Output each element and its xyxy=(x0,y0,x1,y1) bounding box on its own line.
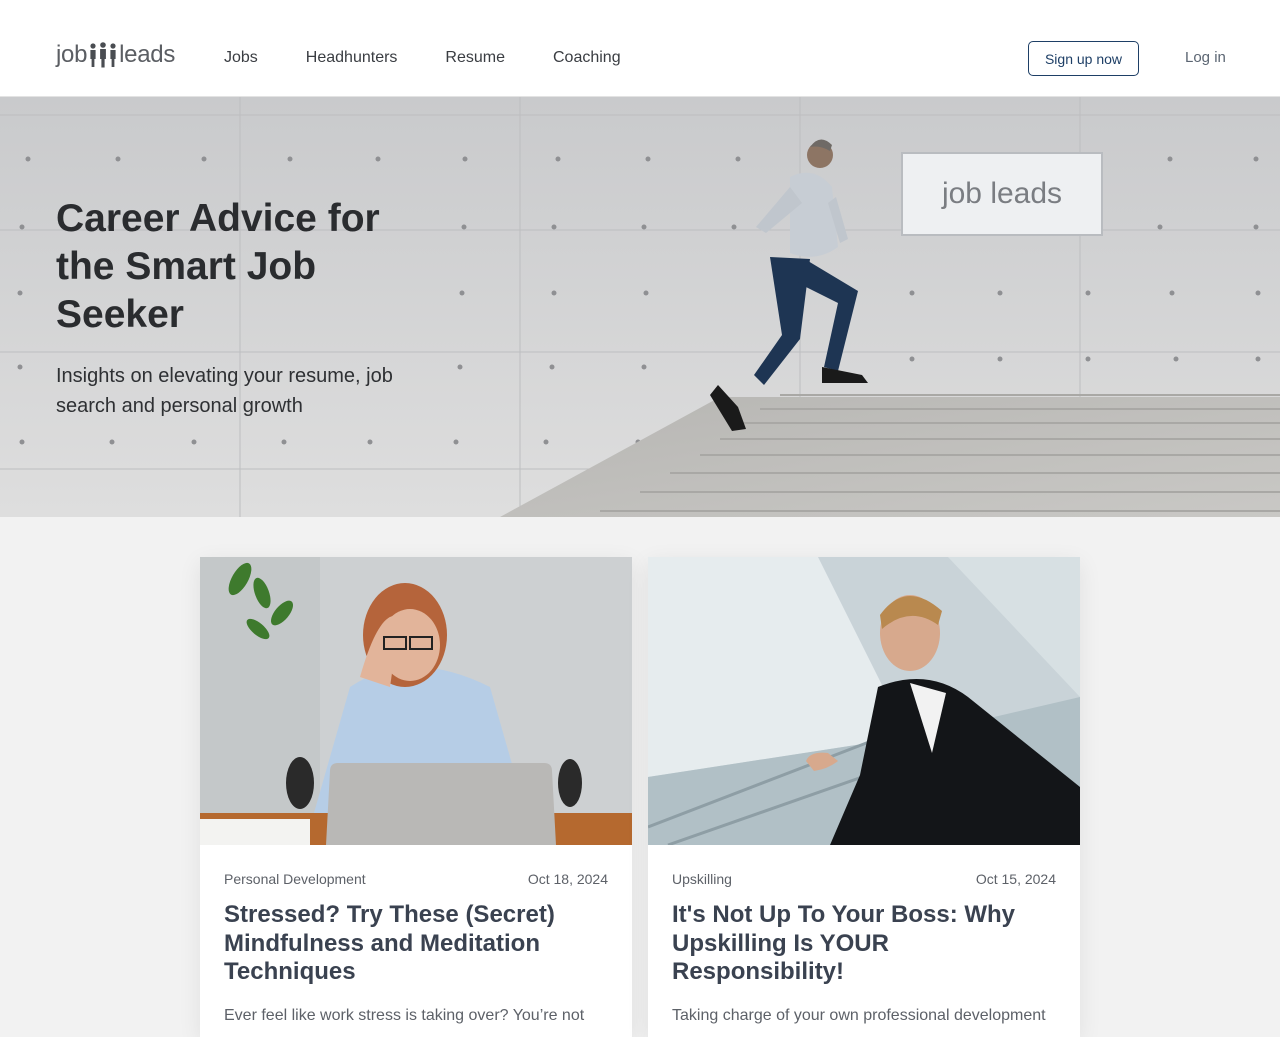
site-header: job leads Jobs Headhunters Resume Coachi… xyxy=(0,0,1280,97)
article-title[interactable]: Stressed? Try These (Secret) Mindfulness… xyxy=(224,901,608,987)
svg-text:job leads: job leads xyxy=(941,177,1062,210)
signup-button[interactable]: Sign up now xyxy=(1028,41,1139,76)
article-image-businessman-stairs xyxy=(648,557,1080,845)
article-card-body: Upskilling Oct 15, 2024 It's Not Up To Y… xyxy=(648,871,1080,1028)
logo-text-leads: leads xyxy=(119,41,176,68)
main-nav: Jobs Headhunters Resume Coaching xyxy=(224,48,669,68)
logo-text-job: job xyxy=(56,41,88,68)
article-card[interactable]: Personal Development Oct 18, 2024 Stress… xyxy=(200,557,632,1037)
nav-item-resume[interactable]: Resume xyxy=(445,48,505,68)
article-category[interactable]: Upskilling xyxy=(672,871,732,887)
article-meta: Upskilling Oct 15, 2024 xyxy=(672,871,1056,887)
article-image-stressed-woman xyxy=(200,557,632,845)
article-date: Oct 15, 2024 xyxy=(975,871,1056,887)
article-card[interactable]: Upskilling Oct 15, 2024 It's Not Up To Y… xyxy=(648,557,1080,1037)
article-title[interactable]: It's Not Up To Your Boss: Why Upskilling… xyxy=(672,901,1056,987)
nav-item-headhunters[interactable]: Headhunters xyxy=(306,48,398,68)
hero-subtitle: Insights on elevating your resume, job s… xyxy=(56,365,393,417)
logo[interactable]: job leads xyxy=(56,40,175,70)
wall-sign: job leads xyxy=(901,152,1103,236)
article-card-body: Personal Development Oct 18, 2024 Stress… xyxy=(200,871,632,1028)
article-date: Oct 18, 2024 xyxy=(527,871,608,887)
nav-item-coaching[interactable]: Coaching xyxy=(553,48,621,68)
login-link[interactable]: Log in xyxy=(1185,49,1226,66)
article-category[interactable]: Personal Development xyxy=(224,871,366,887)
nav-item-jobs[interactable]: Jobs xyxy=(224,48,258,68)
hero-title: Career Advice for the Smart Job Seeker xyxy=(56,197,380,336)
article-meta: Personal Development Oct 18, 2024 xyxy=(224,871,608,887)
hero-banner: job leads Career Advice for the Smart Jo… xyxy=(0,97,1280,517)
people-logo-icon xyxy=(90,42,116,68)
